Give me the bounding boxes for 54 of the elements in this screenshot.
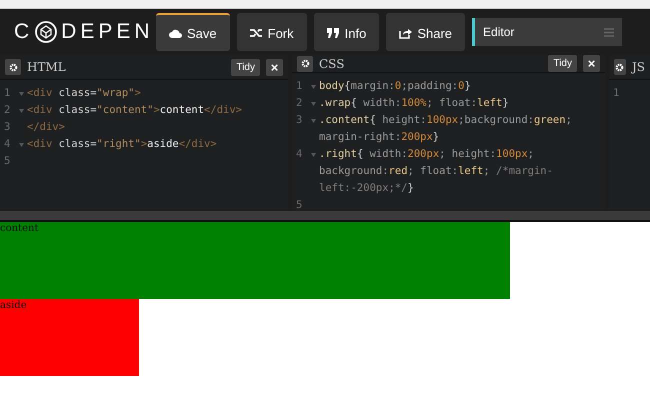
fold-icon[interactable]	[19, 143, 24, 147]
settings-button[interactable]	[614, 59, 626, 75]
toolbar-button[interactable]: Save	[156, 13, 230, 51]
line-number: 2	[4, 103, 12, 118]
shuffle-icon	[250, 28, 263, 38]
cube-icon	[35, 21, 58, 43]
fold-icon[interactable]	[311, 85, 316, 89]
settings-icon	[615, 62, 624, 72]
tidy-button[interactable]: Tidy	[231, 58, 260, 76]
share-icon	[399, 28, 412, 38]
fold-icon[interactable]	[19, 109, 24, 113]
code-line: body{margin:0;padding:0}	[319, 79, 471, 94]
block-text: content	[0, 223, 38, 234]
tidy-button[interactable]: Tidy	[548, 55, 577, 72]
panel-title: HTML	[27, 60, 67, 74]
code-line: </div>	[27, 120, 65, 135]
line-number: 1	[613, 86, 620, 101]
settings-button[interactable]	[297, 56, 313, 72]
line-number: 3	[4, 120, 12, 135]
line-number: 1	[296, 79, 304, 94]
close-button[interactable]: ×	[583, 55, 600, 72]
menu-icon	[604, 28, 614, 36]
settings-icon	[300, 59, 310, 68]
block-text: aside	[0, 300, 27, 311]
settings-icon	[8, 62, 18, 72]
panel-title: JS	[632, 60, 645, 74]
fold-icon[interactable]	[311, 153, 316, 157]
close-button[interactable]: ×	[266, 58, 283, 76]
line-number: 2	[296, 96, 304, 111]
toolbar-button[interactable]: Fork	[236, 13, 307, 51]
line-number: 4	[296, 147, 304, 162]
panel-title: CSS	[319, 56, 346, 70]
toolbar-button[interactable]: Share	[386, 13, 466, 51]
fold-icon[interactable]	[311, 119, 316, 123]
line-number: 4	[4, 137, 12, 152]
code-line: .wrap{ width:100%; float:left}	[319, 96, 509, 111]
code-line: <div class="right">aside</div>	[27, 137, 217, 152]
line-number: 1	[4, 86, 12, 101]
fold-icon[interactable]	[19, 92, 24, 96]
code-line: <div class="wrap">	[27, 86, 141, 101]
line-number: 3	[296, 113, 304, 128]
view-dropdown[interactable]: Editor	[472, 18, 622, 46]
toolbar-button[interactable]: Info	[314, 13, 380, 51]
code-line: <div class="content">content</div>	[27, 103, 242, 118]
fold-icon[interactable]	[311, 102, 316, 106]
code-line: .content{ height:100px;background:green; margin-right:200px}	[319, 113, 573, 145]
code-line: .right{ width:200px; height:100px; background:red; float:left; /*margin-left:-200px;*/}	[319, 147, 554, 196]
line-number: 5	[296, 198, 304, 211]
cloud-icon	[168, 28, 182, 38]
quote-icon	[326, 28, 340, 38]
settings-button[interactable]	[5, 59, 21, 75]
line-number: 5	[4, 154, 12, 169]
logo-text: DEPEN	[61, 20, 154, 44]
logo-letter: C	[14, 20, 34, 44]
